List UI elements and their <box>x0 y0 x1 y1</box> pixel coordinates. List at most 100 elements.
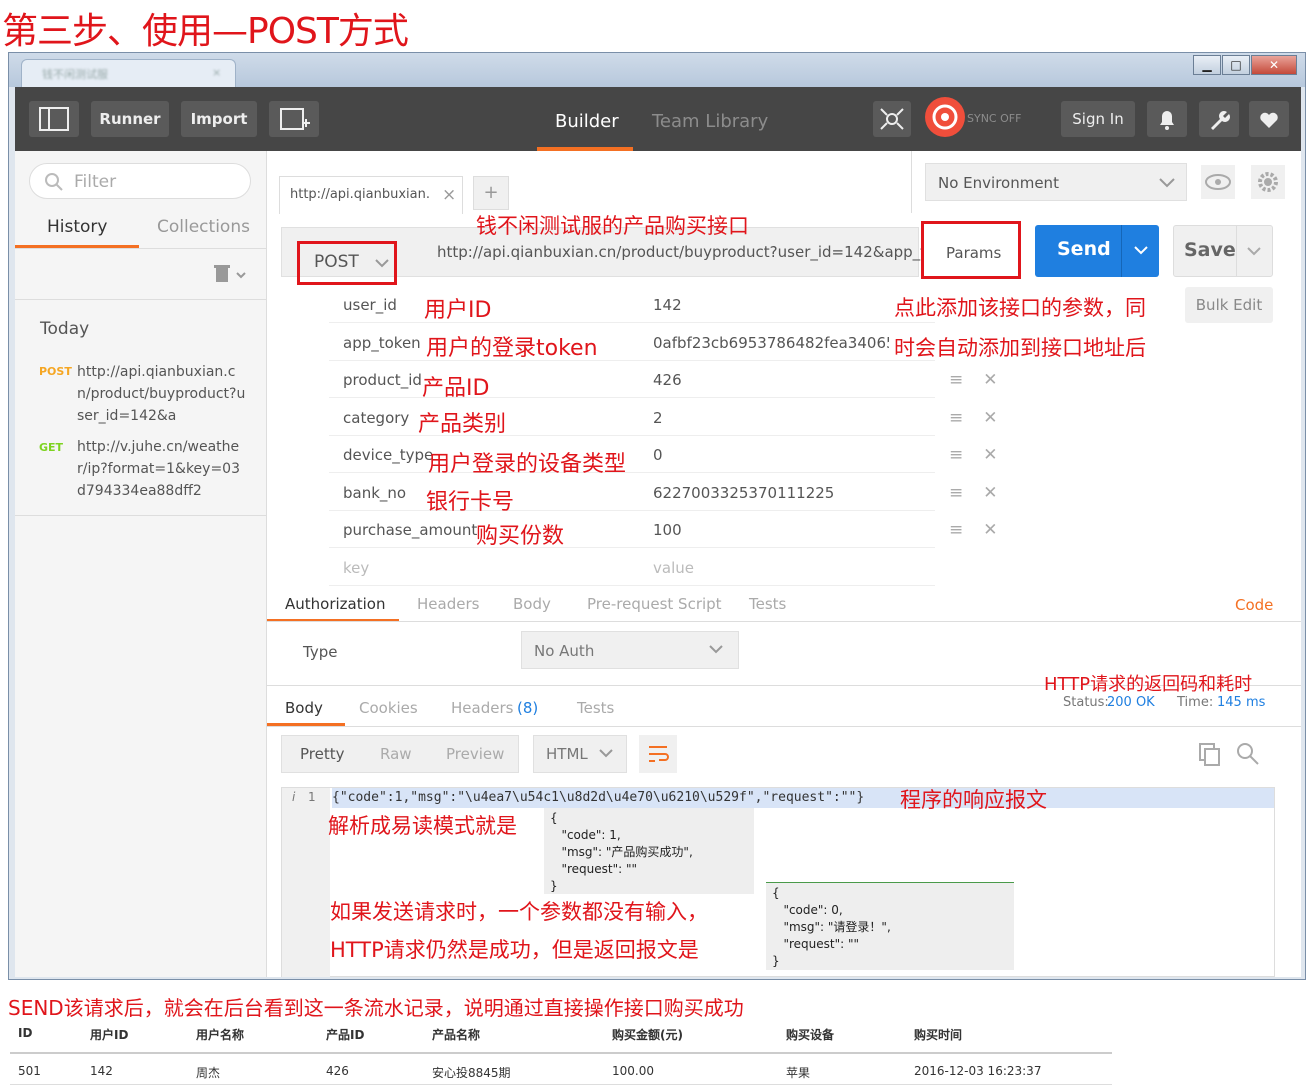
title-bar: 钱不闲测试服 × ▁ □ ✕ <box>9 53 1305 87</box>
param-value[interactable]: 2 <box>653 409 889 427</box>
new-window-icon[interactable] <box>269 101 319 137</box>
url-input[interactable]: http://api.qianbuxian.cn/product/buyprod… <box>437 243 921 261</box>
format-pretty[interactable]: Pretty <box>300 745 345 763</box>
close-icon[interactable]: × <box>442 185 456 205</box>
table-header: 产品名称 <box>432 1028 481 1042</box>
param-key[interactable]: bank_no <box>343 484 406 502</box>
gear-icon[interactable] <box>1251 165 1285 199</box>
row-controls[interactable]: ≡✕ <box>949 445 1018 465</box>
history-url: http://api.qianbuxian.cn/product/buyprod… <box>77 364 246 424</box>
filter-placeholder: Filter <box>74 172 117 192</box>
param-key[interactable]: user_id <box>343 296 397 314</box>
bulk-edit-button[interactable]: Bulk Edit <box>1185 287 1273 323</box>
method-badge: POST <box>39 365 72 378</box>
tab-body[interactable]: Body <box>513 595 551 613</box>
minimize-button[interactable]: ▁ <box>1193 55 1221 75</box>
tab-builder[interactable]: Builder <box>555 111 619 132</box>
trash-icon[interactable] <box>213 263 249 285</box>
chevron-down-icon[interactable] <box>1246 246 1262 258</box>
row-controls[interactable]: ≡✕ <box>949 483 1018 503</box>
format-raw[interactable]: Raw <box>380 745 412 763</box>
wrap-lines-icon[interactable] <box>639 735 677 773</box>
method-value: POST <box>314 252 359 272</box>
wrench-icon[interactable] <box>1199 101 1239 137</box>
table-header: 购买时间 <box>914 1028 963 1042</box>
table-cell: 426 <box>326 1064 349 1078</box>
divider <box>1236 226 1237 276</box>
annotation-bank-no: 银行卡号 <box>426 490 515 515</box>
tab-team-library[interactable]: Team Library <box>652 111 768 132</box>
status-label: Status: <box>1063 695 1109 710</box>
filter-input[interactable]: Filter <box>29 163 251 199</box>
param-key-placeholder[interactable]: key <box>343 559 369 577</box>
param-row: bank_no 6227003325370111225 ≡✕ <box>329 475 998 511</box>
annotation-purchase-amount: 购买份数 <box>476 524 565 549</box>
status-value: 200 OK <box>1107 695 1155 710</box>
method-select[interactable]: POST <box>297 241 397 285</box>
tab-collections[interactable]: Collections <box>157 217 250 237</box>
divider <box>267 726 1301 727</box>
table-header: 用户ID <box>90 1028 129 1042</box>
import-button[interactable]: Import <box>181 101 257 137</box>
format-preview[interactable]: Preview <box>446 745 504 763</box>
params-label: Params <box>946 244 1002 262</box>
row-controls[interactable]: ≡✕ <box>949 408 1018 428</box>
interceptor-icon[interactable] <box>873 101 911 137</box>
tab-authorization[interactable]: Authorization <box>285 595 385 613</box>
param-value[interactable]: 0afbf23cb6953786482fea34065eb <box>653 334 889 352</box>
sync-icon[interactable] <box>925 97 965 137</box>
info-icon: i <box>292 790 296 804</box>
response-tab-tests[interactable]: Tests <box>577 699 614 717</box>
divider <box>10 1084 1112 1085</box>
param-key[interactable]: purchase_amount <box>343 521 477 539</box>
auth-type-select[interactable]: No Auth <box>521 631 739 669</box>
param-value-placeholder[interactable]: value <box>653 559 889 577</box>
close-window-button[interactable]: ✕ <box>1251 55 1297 75</box>
environment-select[interactable]: No Environment <box>925 163 1187 201</box>
bell-icon[interactable] <box>1147 101 1187 137</box>
param-key[interactable]: device_type <box>343 446 433 464</box>
eye-icon[interactable] <box>1201 165 1235 199</box>
sidebar-toggle-icon[interactable] <box>29 101 79 137</box>
annotation-api-name: 钱不闲测试服的产品购买接口 <box>476 214 749 238</box>
row-controls[interactable]: ≡✕ <box>949 370 1018 390</box>
row-controls[interactable]: ≡✕ <box>949 520 1018 540</box>
response-tab-cookies[interactable]: Cookies <box>359 699 418 717</box>
new-tab-button[interactable]: + <box>473 176 509 210</box>
param-value[interactable]: 6227003325370111225 <box>653 484 889 502</box>
param-key[interactable]: category <box>343 409 409 427</box>
sign-in-button[interactable]: Sign In <box>1061 101 1135 137</box>
tab-pre-request-script[interactable]: Pre-request Script <box>587 595 722 613</box>
param-value[interactable]: 100 <box>653 521 889 539</box>
param-value[interactable]: 426 <box>653 371 889 389</box>
auth-type-value: No Auth <box>534 642 595 660</box>
params-button[interactable]: Params <box>921 221 1021 279</box>
response-tab-headers[interactable]: Headers <box>451 699 513 717</box>
language-value: HTML <box>546 745 588 763</box>
runner-button[interactable]: Runner <box>91 101 169 137</box>
maximize-button[interactable]: □ <box>1222 55 1250 75</box>
param-row: device_type 0 ≡✕ <box>329 437 998 473</box>
param-key[interactable]: app_token <box>343 334 421 352</box>
send-button[interactable]: Send <box>1035 225 1159 277</box>
copy-icon[interactable] <box>1197 741 1223 767</box>
save-button[interactable]: Save <box>1173 225 1273 277</box>
tab-history[interactable]: History <box>47 217 107 237</box>
table-header: 用户名称 <box>196 1028 245 1042</box>
param-key[interactable]: product_id <box>343 371 422 389</box>
close-icon[interactable]: × <box>212 66 221 79</box>
request-tab[interactable]: http://api.qianbuxian. × <box>279 176 463 214</box>
param-value[interactable]: 142 <box>653 296 889 314</box>
chevron-down-icon[interactable] <box>1133 245 1149 257</box>
browser-tab[interactable]: 钱不闲测试服 × <box>21 59 236 87</box>
language-select[interactable]: HTML <box>533 735 627 773</box>
pretty-json-success: { "code": 1, "msg": "产品购买成功", "request":… <box>544 808 754 894</box>
response-tab-body[interactable]: Body <box>285 699 323 717</box>
heart-icon[interactable] <box>1249 101 1289 137</box>
search-icon[interactable] <box>1235 741 1261 767</box>
code-link[interactable]: Code <box>1235 596 1273 614</box>
param-value[interactable]: 0 <box>653 446 889 464</box>
tab-headers[interactable]: Headers <box>417 595 479 613</box>
tab-tests[interactable]: Tests <box>749 595 786 613</box>
table-cell: 苹果 <box>786 1066 811 1080</box>
